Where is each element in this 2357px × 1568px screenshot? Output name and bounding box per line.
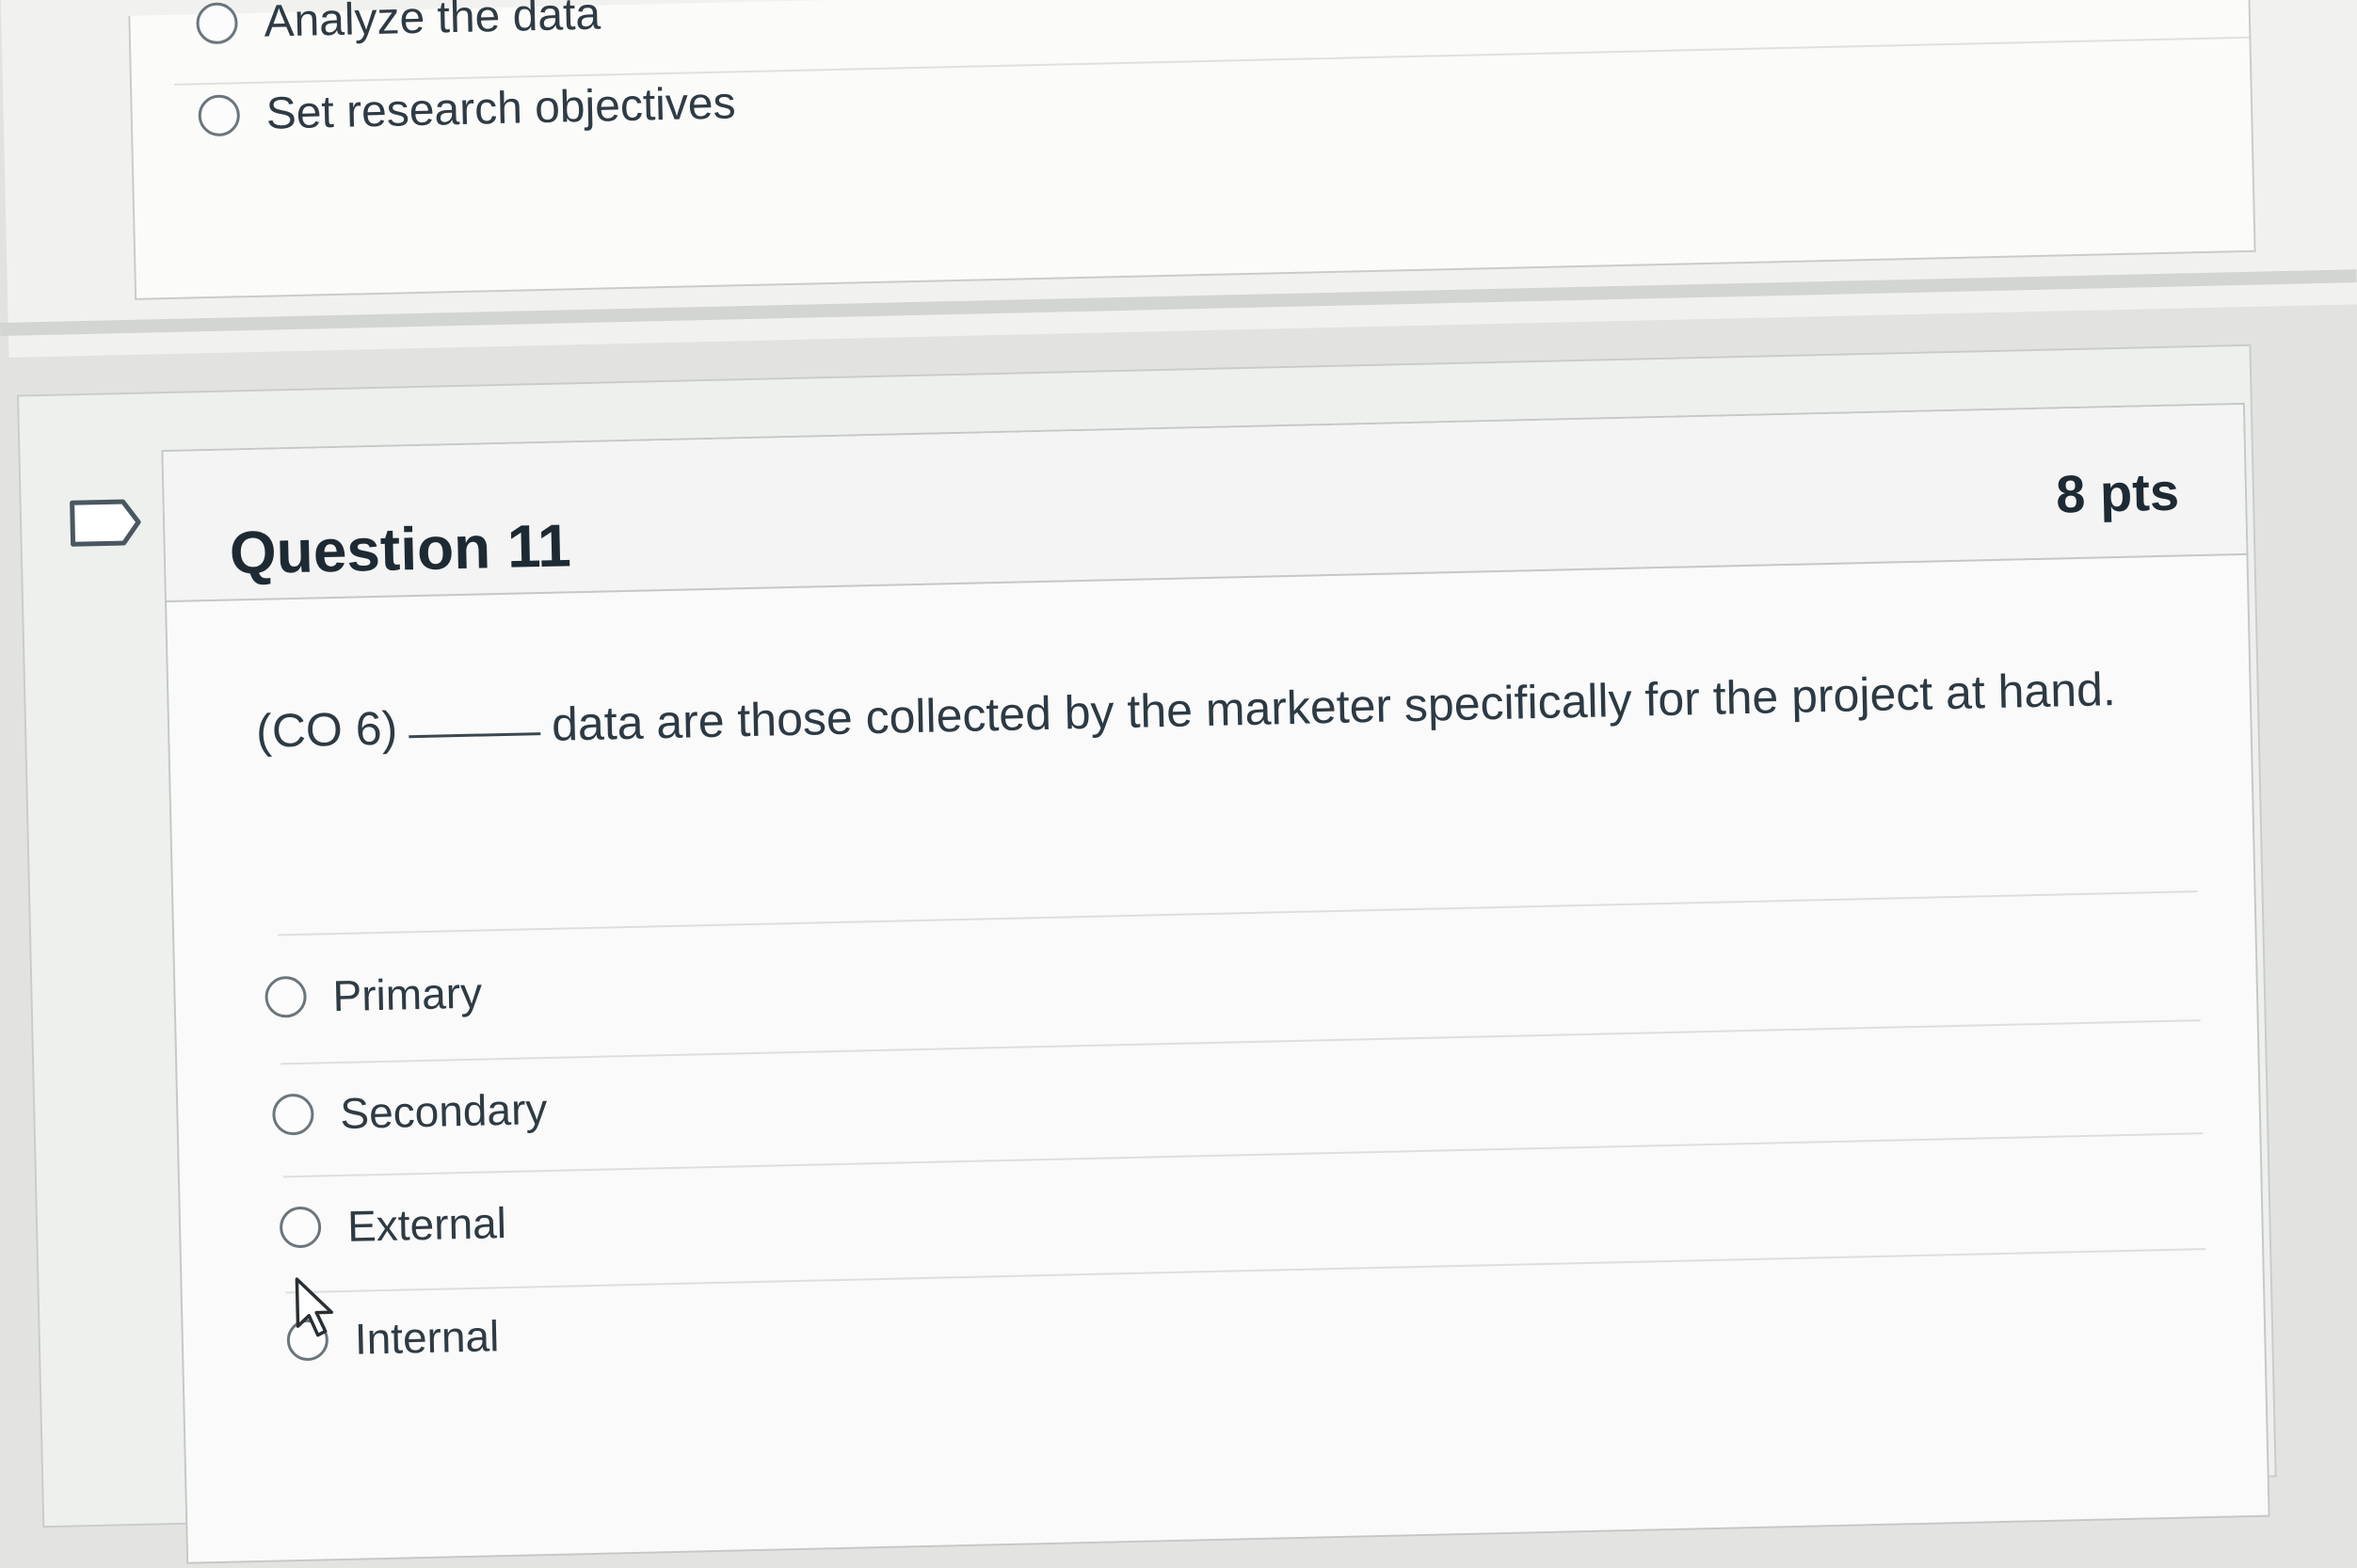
question-header: Question 11 8 pts <box>163 404 2247 603</box>
answer-divider <box>281 1019 2201 1065</box>
answer-option-primary[interactable]: Primary <box>265 968 483 1023</box>
answer-label: Primary <box>331 968 483 1021</box>
question-box: Question 11 8 pts (CO 6) data are those c… <box>161 402 2270 1564</box>
fill-in-blank <box>409 731 541 739</box>
answer-divider <box>282 1132 2204 1178</box>
flag-outline-icon[interactable] <box>69 498 145 549</box>
quiz-page: Analyze the data Set research objectives… <box>0 0 2357 1564</box>
question-points: 8 pts <box>2055 461 2180 524</box>
question-card: Question 11 8 pts (CO 6) data are those c… <box>0 0 2357 1564</box>
answer-label: Internal <box>354 1311 500 1364</box>
answer-label: External <box>346 1198 507 1251</box>
answers-divider <box>278 890 2198 936</box>
answer-divider <box>285 1248 2206 1294</box>
answer-option-secondary[interactable]: Secondary <box>271 1083 548 1141</box>
question-title: Question 11 <box>229 511 572 587</box>
answer-label: Secondary <box>339 1084 548 1138</box>
question-body: data are those collected by the marketer… <box>551 663 2117 751</box>
mouse-pointer-icon <box>295 1277 333 1337</box>
radio-button[interactable] <box>265 975 308 1018</box>
answer-option-external[interactable]: External <box>279 1197 507 1253</box>
question-text: (CO 6) data are those collected by the ma… <box>255 641 2187 776</box>
radio-button[interactable] <box>279 1206 322 1249</box>
question-prefix: (CO 6) <box>255 701 398 758</box>
radio-button[interactable] <box>271 1093 314 1136</box>
question-container: Question 11 8 pts (CO 6) data are those c… <box>16 344 2277 1564</box>
